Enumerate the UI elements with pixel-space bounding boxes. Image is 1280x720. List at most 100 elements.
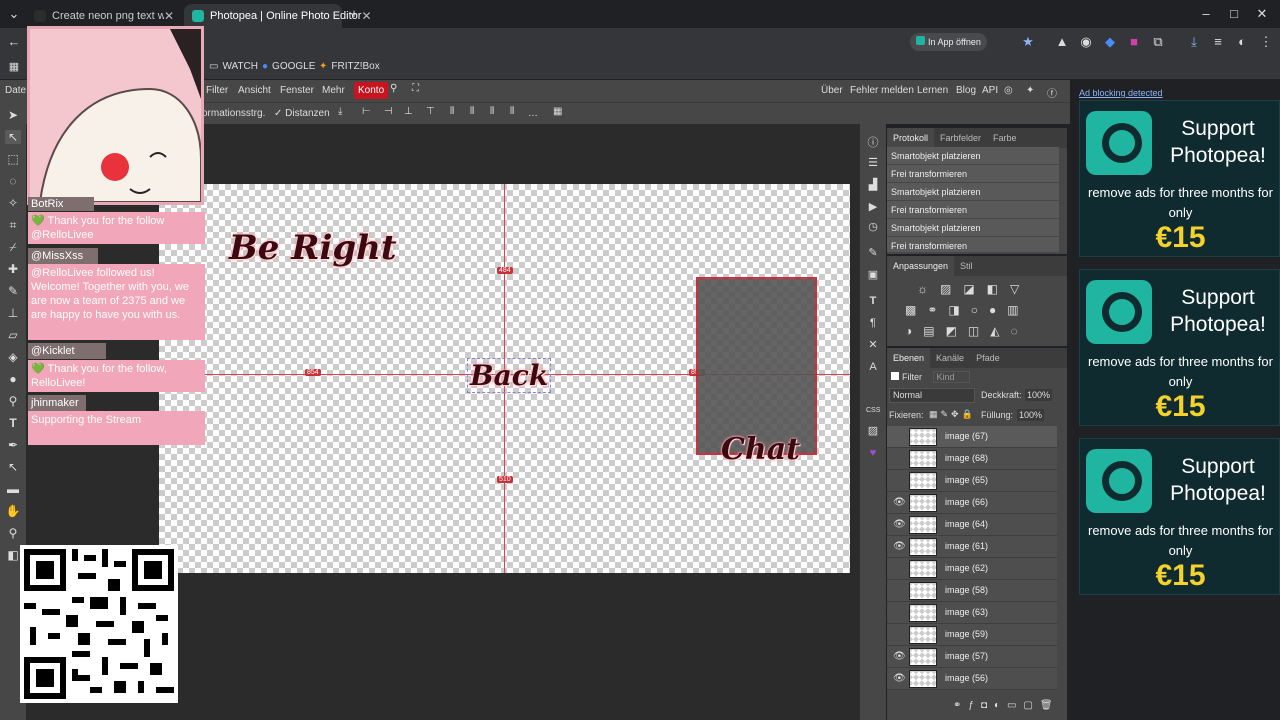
- tab-ebenen[interactable]: Ebenen: [887, 348, 931, 368]
- info-icon[interactable]: ⓘ: [866, 136, 880, 150]
- lasso-tool-icon[interactable]: ◌: [5, 174, 21, 188]
- eraser-tool-icon[interactable]: ▱: [5, 328, 21, 342]
- distribute-icon[interactable]: ⫴: [510, 106, 514, 117]
- tab-kanaele[interactable]: Kanäle: [930, 348, 970, 368]
- profile-icon[interactable]: ◐: [1232, 32, 1252, 52]
- wand-tool-icon[interactable]: ✧: [5, 196, 21, 210]
- marquee-tool-icon[interactable]: ⬚: [5, 152, 21, 166]
- opacity-input[interactable]: 100%: [1025, 389, 1053, 401]
- menu-ansicht[interactable]: Ansicht: [238, 85, 271, 96]
- visibility-toggle-icon[interactable]: [893, 563, 905, 575]
- history-item[interactable]: Smartobjekt platzieren: [887, 183, 1059, 201]
- facebook-icon[interactable]: ⓕ: [1047, 85, 1057, 100]
- be-right-text[interactable]: Be Right: [229, 228, 397, 268]
- align-left-icon[interactable]: ⊢: [362, 106, 371, 117]
- layer-row[interactable]: image (62): [887, 558, 1057, 580]
- layer-row[interactable]: image (68): [887, 448, 1057, 470]
- download-icon[interactable]: ⤓: [1184, 32, 1204, 52]
- zoom-tool-icon[interactable]: ⚲: [5, 526, 21, 540]
- tab-stil[interactable]: Stil: [954, 256, 979, 276]
- placeholder-rectangle[interactable]: [696, 277, 817, 455]
- search-icon[interactable]: ⚲: [390, 83, 397, 94]
- distribute-icon[interactable]: ⫴: [490, 106, 494, 117]
- history-item[interactable]: Frei transformieren: [887, 201, 1059, 219]
- twitter-icon[interactable]: ✦: [1026, 85, 1034, 96]
- tab-photopea[interactable]: Photopea | Online Photo Editor ✕: [184, 4, 372, 28]
- tab-neon-text[interactable]: Create neon png text with a tra ✕: [26, 4, 182, 28]
- hand-tool-icon[interactable]: ✋: [5, 504, 21, 518]
- adjustment-icons-row-2[interactable]: ▩⚭◨○●▥: [905, 303, 1030, 317]
- align-center-icon[interactable]: ⊣: [384, 106, 393, 117]
- play-icon[interactable]: ▶: [866, 200, 880, 214]
- lock-icons[interactable]: ▦✎✥🔒: [929, 409, 976, 420]
- menu-icon[interactable]: ≡: [1208, 32, 1228, 52]
- path-select-icon[interactable]: ↖: [5, 460, 21, 474]
- support-ad[interactable]: Support Photopea! remove ads for three mo…: [1079, 100, 1280, 257]
- tab-protokoll[interactable]: Protokoll: [887, 128, 935, 148]
- visibility-toggle-icon[interactable]: 👁: [893, 673, 906, 685]
- tab-farbfelder[interactable]: Farbfelder: [934, 128, 987, 148]
- visibility-toggle-icon[interactable]: [893, 585, 905, 597]
- visibility-toggle-icon[interactable]: [893, 453, 905, 465]
- layer-row[interactable]: image (63): [887, 602, 1057, 624]
- visibility-toggle-icon[interactable]: [893, 431, 905, 443]
- menu-api[interactable]: API: [982, 85, 998, 96]
- support-ad[interactable]: Support Photopea! remove ads for three mo…: [1079, 438, 1280, 595]
- adjustment-icons-row-3[interactable]: ◑▤◩◫◭◌: [905, 324, 1029, 338]
- extension-icon[interactable]: ◉: [1076, 32, 1096, 52]
- bookmark-star-icon[interactable]: ★: [1018, 32, 1038, 52]
- transform-controls-label[interactable]: ormationsstrg.: [202, 108, 265, 119]
- image-icon[interactable]: ▨: [866, 424, 880, 438]
- extension-icon[interactable]: ◆: [1100, 32, 1120, 52]
- layer-row[interactable]: image (58): [887, 580, 1057, 602]
- menu-ueber[interactable]: Über: [821, 85, 843, 96]
- character-icon[interactable]: T: [866, 294, 880, 308]
- dodge-tool-icon[interactable]: ⚲: [5, 394, 21, 408]
- blend-mode-select[interactable]: Normal: [889, 388, 975, 403]
- back-text[interactable]: Back: [467, 358, 552, 393]
- distances-checkbox[interactable]: ✓ Distanzen: [274, 108, 330, 119]
- heart-icon[interactable]: ♥: [866, 446, 880, 460]
- minimize-icon[interactable]: –: [1196, 4, 1216, 24]
- distribute-icon[interactable]: ⫴: [470, 106, 474, 117]
- bookmark-fritzbox[interactable]: ✦ FRITZ!Box: [319, 61, 380, 72]
- close-window-icon[interactable]: ✕: [1252, 4, 1272, 24]
- color-swatch-icon[interactable]: ◧: [5, 548, 21, 562]
- paragraph-icon[interactable]: ¶: [866, 316, 880, 330]
- history-item[interactable]: Frei transformieren: [887, 165, 1059, 183]
- glyph-icon[interactable]: A: [866, 360, 880, 374]
- brush-tool-icon[interactable]: ✎: [5, 284, 21, 298]
- pen-tool-icon[interactable]: ✒: [5, 438, 21, 452]
- css-icon[interactable]: CSS: [866, 404, 880, 418]
- chat-text[interactable]: Chat: [721, 432, 800, 467]
- tab-pfade[interactable]: Pfade: [970, 348, 1006, 368]
- menu-lernen[interactable]: Lernen: [917, 85, 948, 96]
- bookmark-watch[interactable]: ▭ WATCH: [209, 61, 258, 72]
- layer-row[interactable]: 👁 image (64): [887, 514, 1057, 536]
- apps-grid-icon[interactable]: ▦: [4, 57, 24, 77]
- visibility-toggle-icon[interactable]: 👁: [893, 651, 906, 663]
- tab-farbe[interactable]: Farbe: [987, 128, 1023, 148]
- adjustment-icons-row-1[interactable]: ☼▨◪◧▽: [917, 282, 1031, 296]
- layer-actions-icons[interactable]: ⚭ƒ◘◐▭▢🗑: [953, 700, 1060, 711]
- document-canvas[interactable]: 484 854 856 510 Be Right Back Chat: [159, 184, 850, 573]
- layer-row[interactable]: 👁 image (56): [887, 668, 1057, 690]
- layers-icon[interactable]: ▣: [866, 268, 880, 282]
- eyedropper-tool-icon[interactable]: ⌿: [5, 240, 21, 254]
- extension-icon[interactable]: ■: [1124, 32, 1144, 52]
- fill-input[interactable]: 100%: [1017, 409, 1045, 421]
- text-tool-icon[interactable]: T: [5, 416, 21, 430]
- clock-icon[interactable]: ◷: [866, 220, 880, 234]
- layer-row[interactable]: image (59): [887, 624, 1057, 646]
- menu-konto[interactable]: Konto: [354, 82, 389, 99]
- more-icon[interactable]: ⋮: [1256, 32, 1276, 52]
- visibility-toggle-icon[interactable]: 👁: [893, 497, 906, 509]
- layer-row[interactable]: image (65): [887, 470, 1057, 492]
- history-item[interactable]: Smartobjekt platzieren: [887, 147, 1059, 165]
- blur-tool-icon[interactable]: ●: [5, 372, 21, 386]
- fullscreen-icon[interactable]: ⛶: [412, 83, 419, 94]
- visibility-toggle-icon[interactable]: [893, 629, 905, 641]
- select-tool-icon[interactable]: ↖: [5, 130, 21, 144]
- ad-blocking-notice[interactable]: Ad blocking detected: [1079, 88, 1163, 98]
- more-options-icon[interactable]: …: [528, 108, 538, 119]
